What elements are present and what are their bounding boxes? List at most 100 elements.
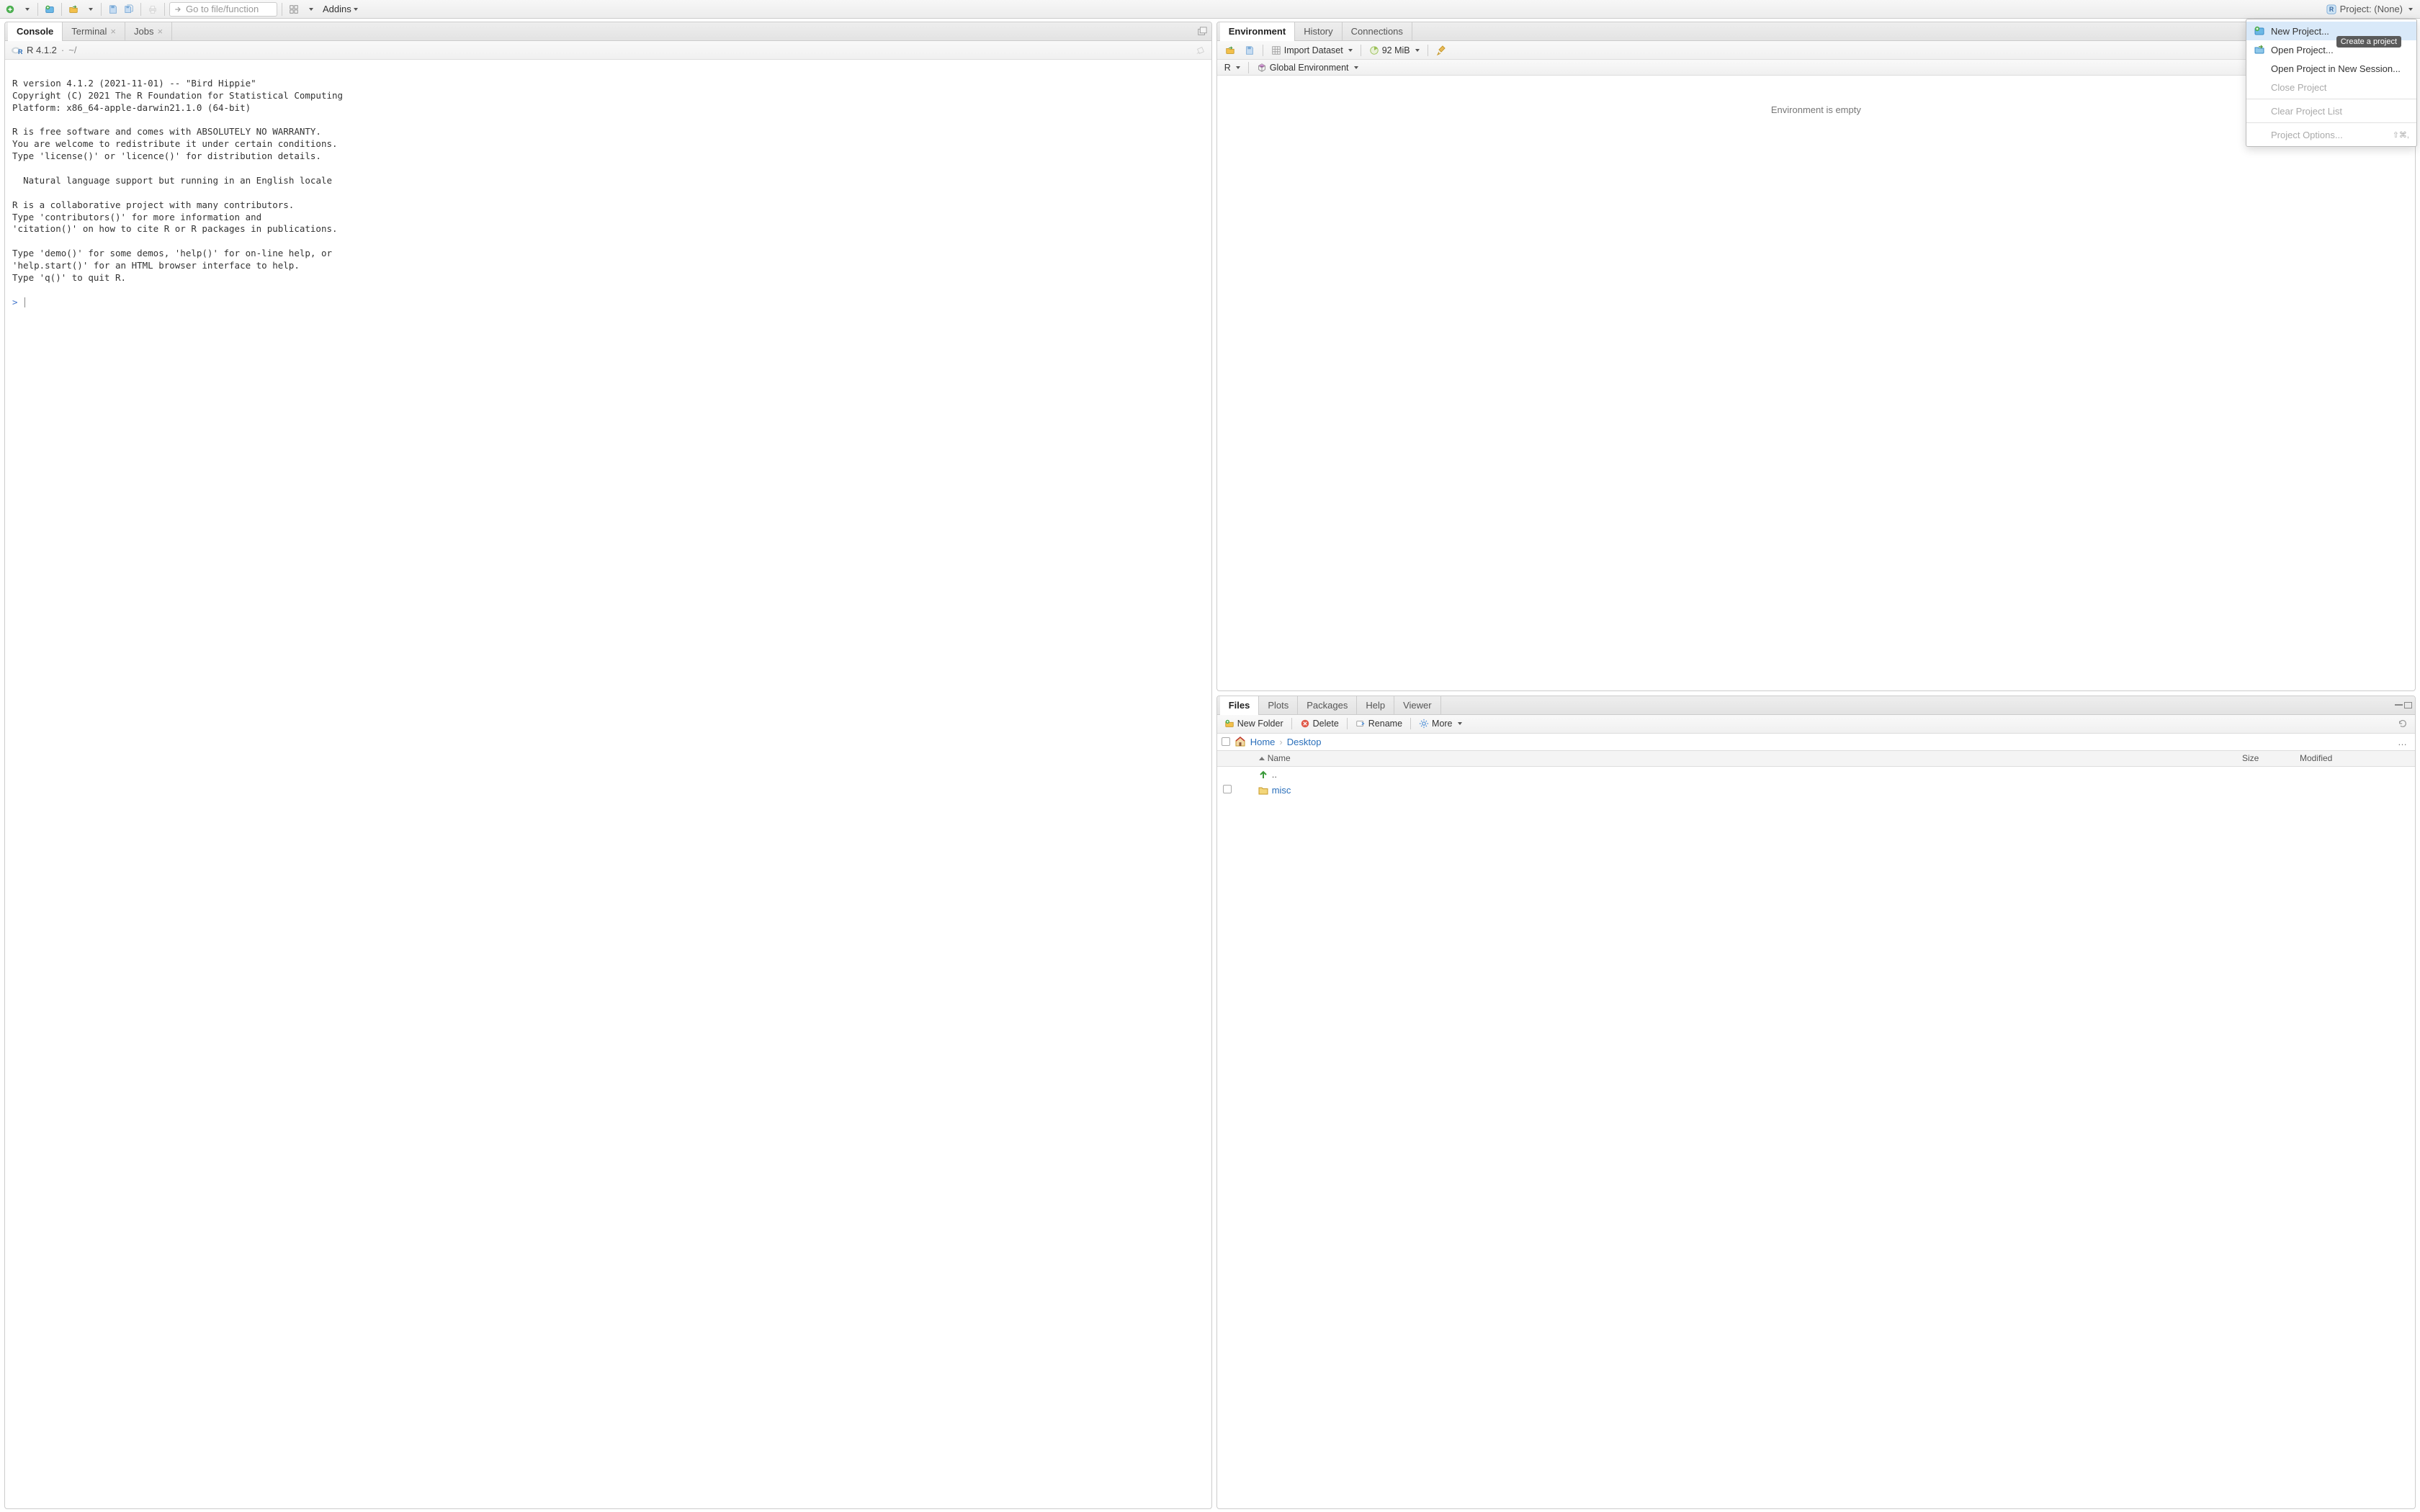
separator	[1248, 62, 1249, 73]
breadcrumb-home[interactable]: Home	[1250, 737, 1276, 747]
project-label: Project: (None)	[2340, 4, 2403, 14]
close-icon[interactable]: ×	[157, 26, 163, 37]
tab-help[interactable]: Help	[1357, 696, 1394, 714]
tab-jobs[interactable]: Jobs ×	[125, 22, 172, 40]
cube-icon	[1257, 63, 1267, 73]
rename-button[interactable]: Rename	[1353, 716, 1405, 731]
load-workspace-button[interactable]	[1222, 43, 1239, 58]
project-menu-button[interactable]: R Project: (None)	[2322, 2, 2417, 17]
import-dataset-button[interactable]: Import Dataset	[1268, 43, 1355, 58]
tab-environment[interactable]: Environment	[1220, 22, 1295, 40]
breadcrumb-more[interactable]: …	[2395, 737, 2411, 747]
env-empty-label: Environment is empty	[1771, 104, 1861, 115]
minimize-icon[interactable]	[2395, 702, 2403, 706]
r-logo-icon: R	[11, 45, 22, 56]
close-icon[interactable]: ×	[110, 26, 116, 37]
sort-asc-icon	[1259, 757, 1265, 760]
tab-connections[interactable]: Connections	[1343, 22, 1412, 40]
refresh-button[interactable]	[2395, 716, 2411, 731]
print-button[interactable]	[145, 2, 160, 17]
environment-scope-button[interactable]: Global Environment	[1254, 60, 1361, 75]
tab-viewer[interactable]: Viewer	[1394, 696, 1441, 714]
menu-clear-label: Clear Project List	[2271, 106, 2342, 117]
svg-text:R: R	[18, 48, 22, 55]
tab-files[interactable]: Files	[1220, 696, 1260, 714]
gear-icon	[1419, 719, 1429, 729]
tab-console[interactable]: Console	[8, 22, 63, 40]
file-up-label: ..	[1272, 769, 1277, 780]
cursor	[24, 297, 25, 307]
new-file-dropdown[interactable]	[19, 2, 33, 17]
files-column-header: Name Size Modified	[1217, 751, 2415, 767]
new-project-button[interactable]	[42, 2, 57, 17]
grid-tools-button[interactable]	[287, 2, 301, 17]
console-tabbar: Console Terminal × Jobs ×	[5, 22, 1211, 41]
rename-icon	[1355, 719, 1366, 729]
pane-controls	[2395, 702, 2415, 708]
col-name-header[interactable]: Name	[1237, 753, 2242, 763]
new-file-button[interactable]	[3, 2, 17, 17]
memory-usage-button[interactable]: 92 MiB	[1366, 43, 1422, 58]
open-recent-dropdown[interactable]	[82, 2, 97, 17]
r-project-icon: R	[2326, 4, 2336, 14]
tab-history[interactable]: History	[1295, 22, 1342, 40]
console-output[interactable]: R version 4.1.2 (2021-11-01) -- "Bird Hi…	[5, 60, 1211, 1508]
popout-icon[interactable]	[1197, 27, 1207, 37]
maximize-icon[interactable]	[2404, 702, 2412, 708]
language-scope-button[interactable]: R	[1222, 60, 1243, 75]
files-tabbar: Files Plots Packages Help Viewer	[1217, 696, 2415, 715]
console-path: ~/	[68, 45, 76, 55]
tab-plots[interactable]: Plots	[1259, 696, 1298, 714]
new-project-icon	[2254, 25, 2265, 37]
new-folder-button[interactable]: New Folder	[1222, 716, 1286, 731]
import-icon	[1271, 45, 1281, 55]
save-all-button[interactable]	[122, 2, 136, 17]
environment-panel: Environment History Connections Im	[1216, 22, 2416, 691]
save-workspace-button[interactable]	[1242, 43, 1258, 58]
separator	[61, 3, 62, 16]
clear-workspace-button[interactable]	[1433, 43, 1451, 58]
file-checkbox[interactable]	[1223, 785, 1232, 793]
col-modified-header[interactable]: Modified	[2300, 753, 2415, 763]
delete-button[interactable]: Delete	[1297, 716, 1342, 731]
clear-console-icon[interactable]	[1196, 45, 1206, 55]
pie-icon	[1369, 45, 1379, 55]
menu-close-project: Close Project	[2246, 78, 2416, 96]
console-panel: Console Terminal × Jobs ×	[4, 22, 1212, 1509]
open-file-button[interactable]	[66, 2, 81, 17]
addins-button[interactable]: Addins	[318, 2, 362, 17]
env-scope-bar: R Global Environment	[1217, 60, 2415, 76]
separator	[1410, 718, 1411, 729]
console-sep: ·	[61, 45, 64, 55]
tab-packages[interactable]: Packages	[1298, 696, 1357, 714]
file-row[interactable]: misc	[1217, 783, 2415, 798]
refresh-icon	[2398, 719, 2408, 729]
separator	[140, 3, 141, 16]
menu-project-options: Project Options... ⇧⌘,	[2246, 125, 2416, 144]
menu-clear-project-list: Clear Project List	[2246, 102, 2416, 120]
goto-file-function-input[interactable]: Go to file/function	[169, 2, 277, 17]
goto-arrow-icon	[174, 5, 182, 14]
menu-open-project-new-session[interactable]: Open Project in New Session...	[2246, 59, 2416, 78]
home-icon[interactable]	[1234, 736, 1246, 747]
main-toolbar: Go to file/function Addins R Project: (N…	[0, 0, 2420, 19]
addins-label: Addins	[323, 4, 351, 14]
col-size-header[interactable]: Size	[2242, 753, 2300, 763]
tab-terminal[interactable]: Terminal ×	[63, 22, 125, 40]
select-all-checkbox[interactable]	[1222, 737, 1230, 746]
save-icon	[1245, 45, 1255, 55]
more-button[interactable]: More	[1416, 716, 1464, 731]
menu-open-project-label: Open Project...	[2271, 45, 2334, 55]
menu-separator	[2246, 122, 2416, 123]
env-tabbar: Environment History Connections	[1217, 22, 2415, 41]
new-project-tooltip: Create a project	[2336, 36, 2401, 48]
breadcrumb-desktop[interactable]: Desktop	[1287, 737, 1322, 747]
files-panel: Files Plots Packages Help Viewer New Fol…	[1216, 696, 2416, 1509]
file-row-up[interactable]: ..	[1217, 767, 2415, 783]
new-folder-icon	[1224, 719, 1234, 729]
load-icon	[1224, 45, 1236, 55]
grid-tools-dropdown[interactable]	[302, 2, 317, 17]
save-button[interactable]	[106, 2, 120, 17]
folder-icon	[1258, 785, 1269, 796]
files-list: .. misc	[1217, 767, 2415, 1508]
